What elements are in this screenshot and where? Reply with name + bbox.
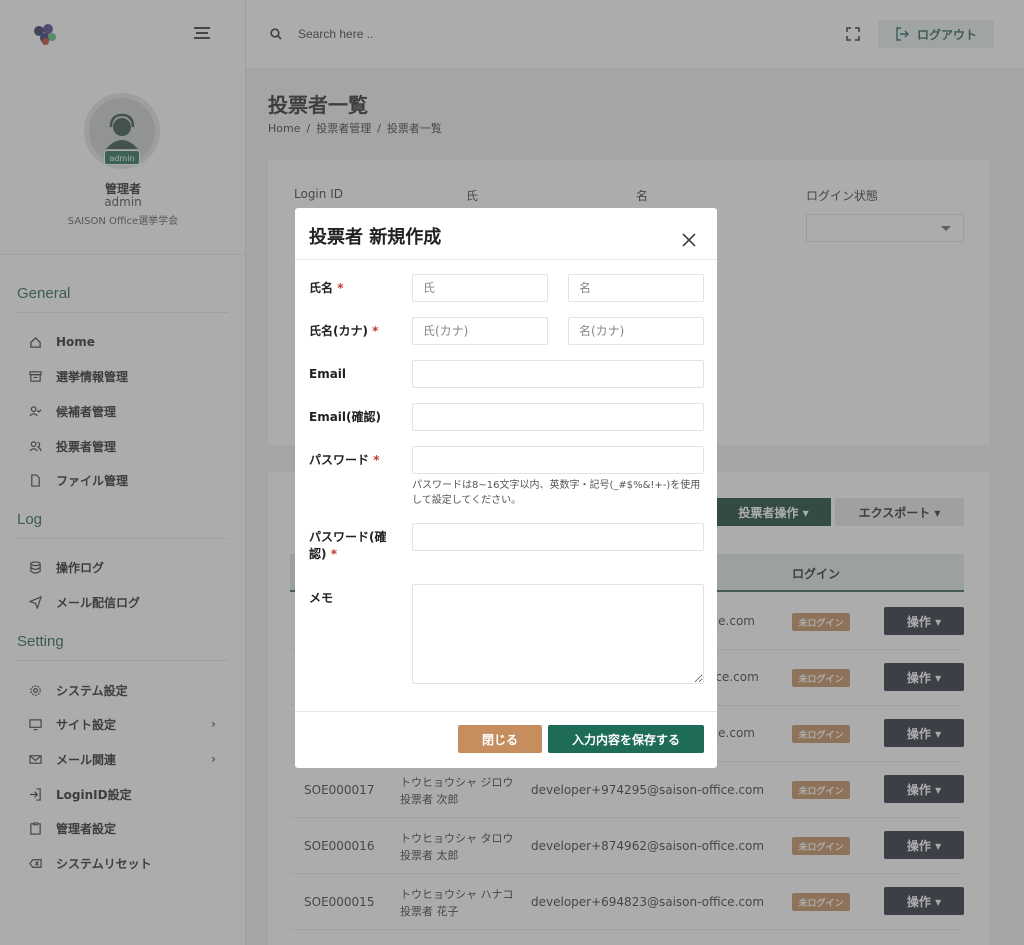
close-icon[interactable]: [682, 233, 696, 247]
memo-textarea[interactable]: [412, 584, 704, 684]
divider: [295, 259, 717, 260]
email-confirm-label: Email(確認): [309, 410, 381, 424]
save-button[interactable]: 入力内容を保存する: [548, 725, 704, 753]
first-name-kana-input[interactable]: [568, 317, 704, 345]
password-confirm-label: パスワード(確 認) *: [309, 530, 387, 561]
divider: [295, 711, 717, 712]
close-button[interactable]: 閉じる: [458, 725, 542, 753]
last-name-kana-input[interactable]: [412, 317, 548, 345]
create-voter-modal: 投票者 新規作成 氏名 * 氏名(カナ) * Email Email(確認) パ…: [295, 208, 717, 768]
modal-title: 投票者 新規作成: [309, 227, 442, 248]
password-label: パスワード *: [309, 453, 380, 467]
email-field[interactable]: [412, 360, 704, 388]
last-name-input[interactable]: [412, 274, 548, 302]
password-help-text: パスワードは8~16文字以内、英数字・記号(_#$%&!+-)を使用して設定して…: [412, 480, 701, 506]
email-label: Email: [309, 367, 347, 381]
memo-label: メモ: [309, 591, 334, 605]
first-name-input[interactable]: [568, 274, 704, 302]
password-field[interactable]: [412, 446, 704, 474]
password-confirm-field[interactable]: [412, 523, 704, 551]
email-confirm-field[interactable]: [412, 403, 704, 431]
name-label: 氏名 *: [309, 281, 344, 295]
name-kana-label: 氏名(カナ) *: [309, 324, 379, 338]
